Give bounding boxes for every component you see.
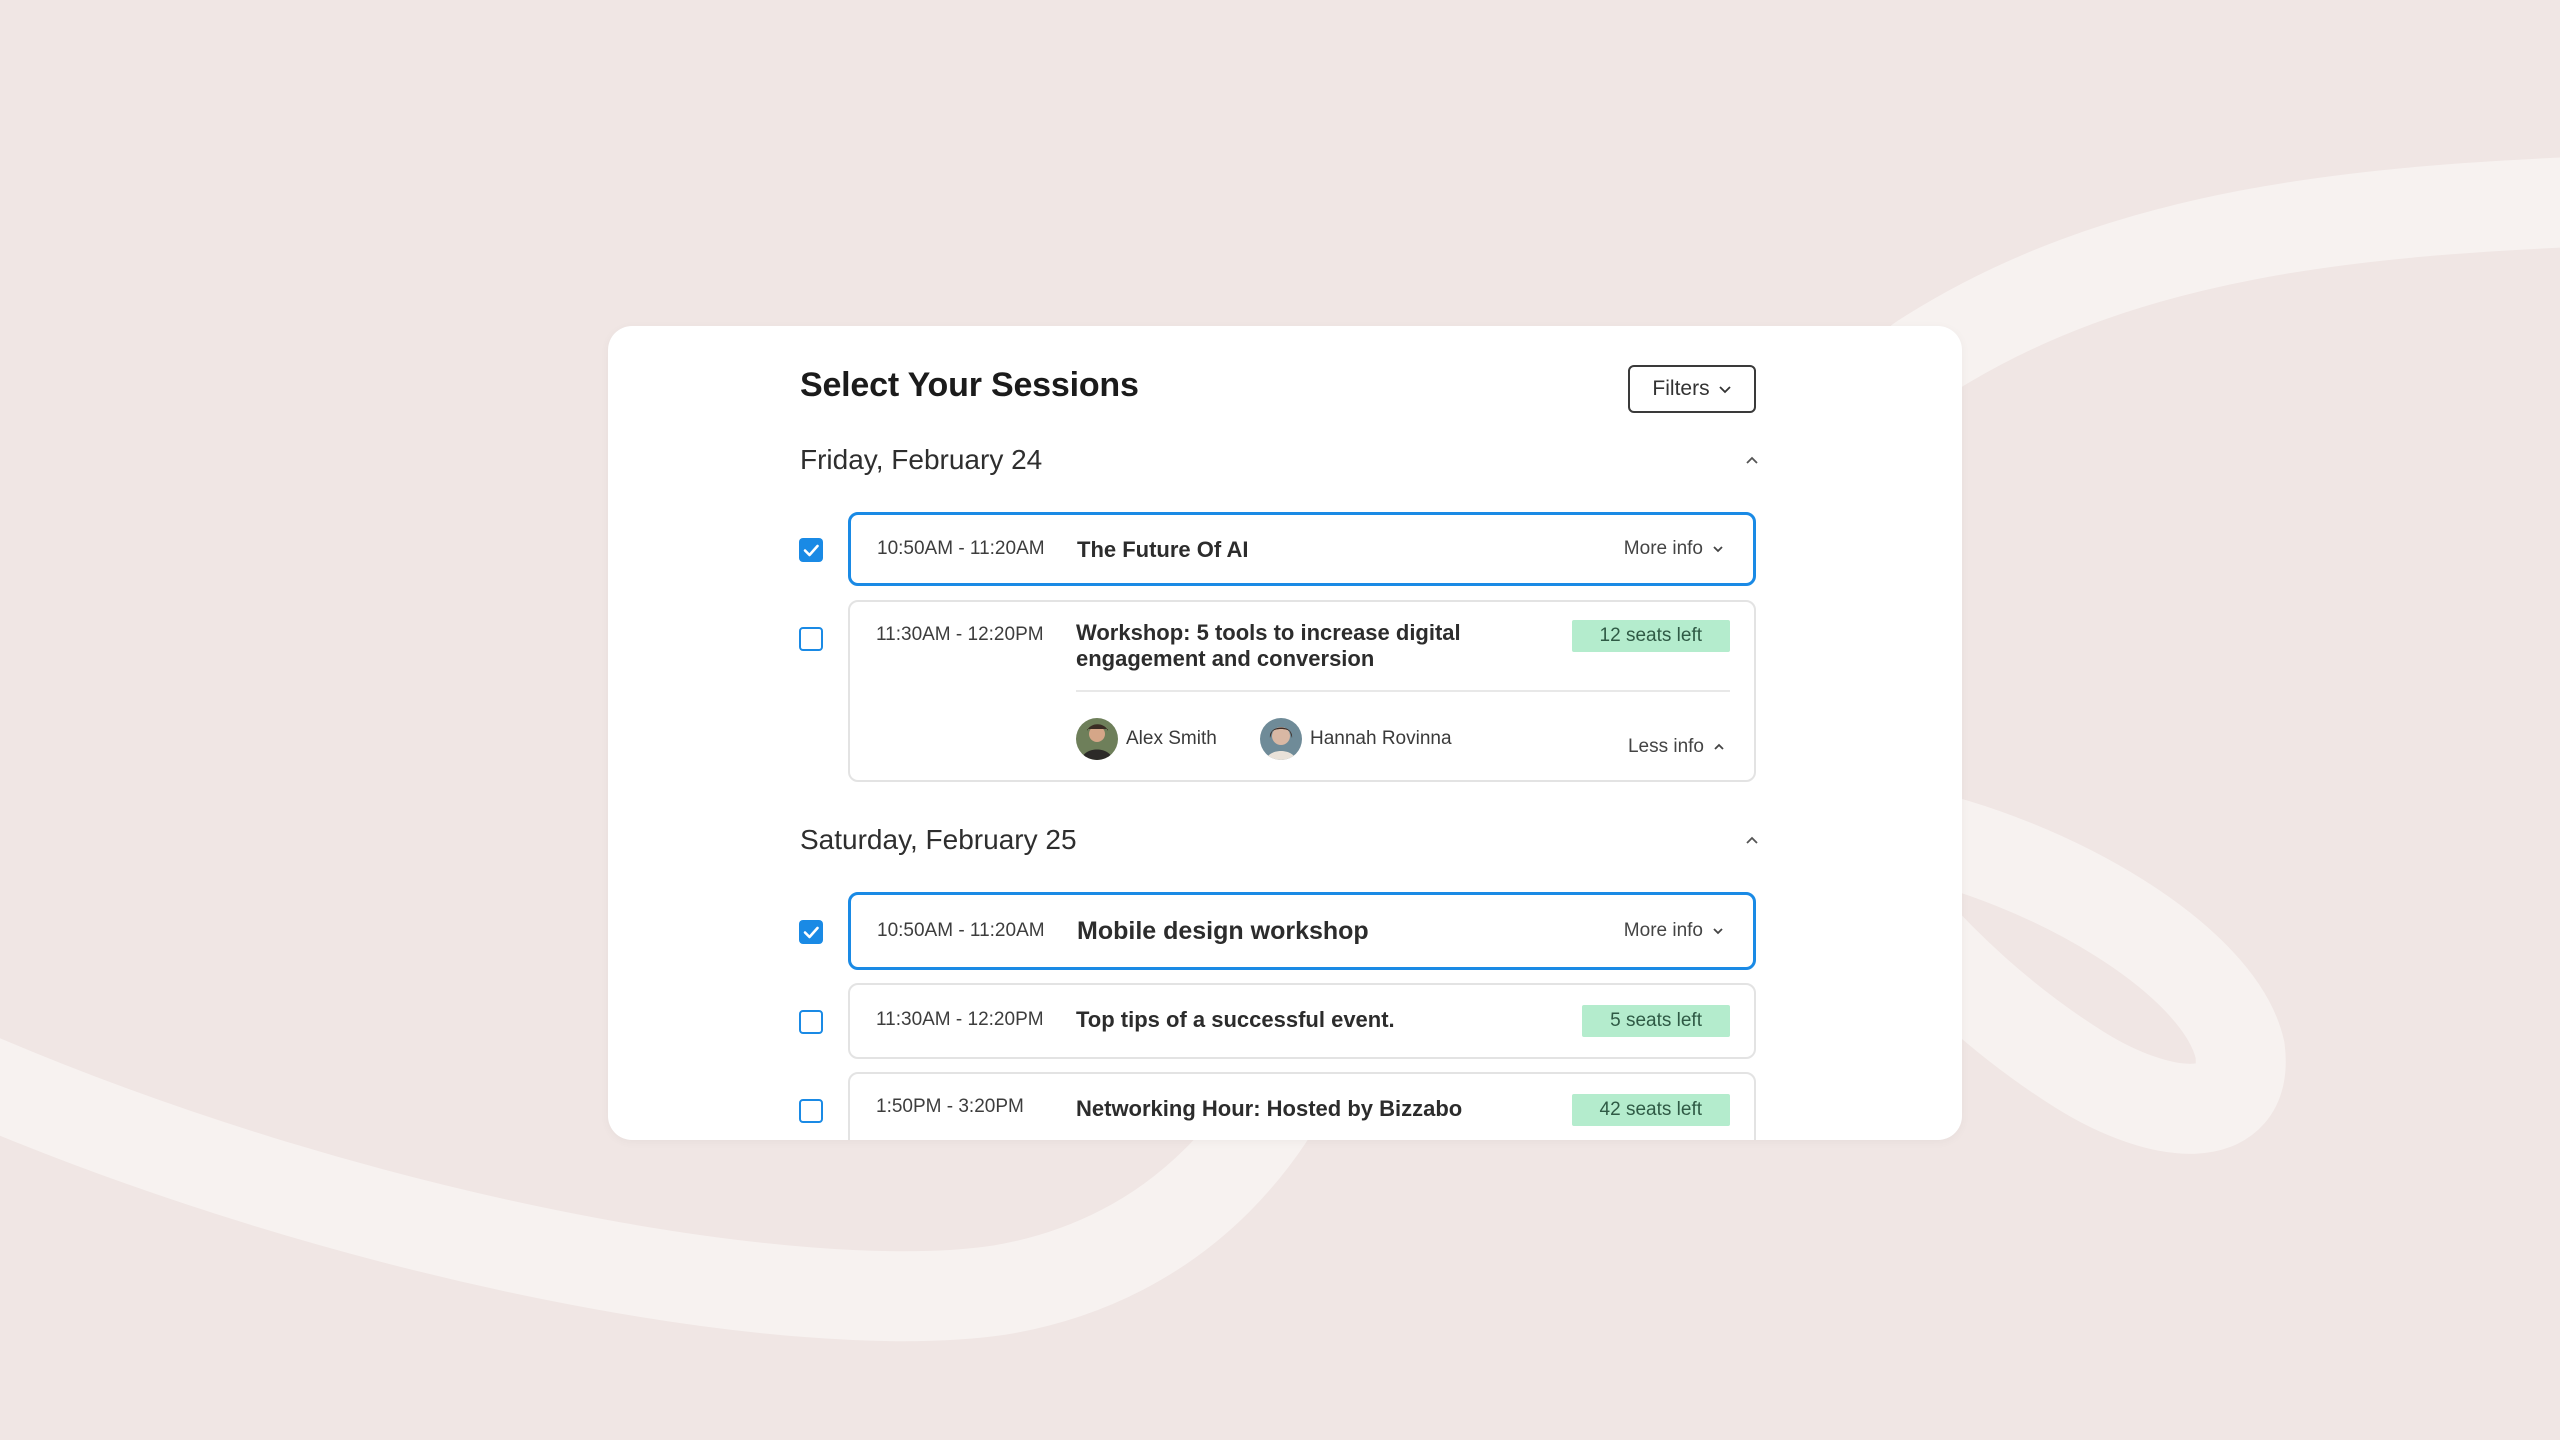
speaker-name: Hannah Rovinna	[1310, 728, 1452, 749]
session-time: 11:30AM - 12:20PM	[876, 1009, 1044, 1030]
day-heading-saturday: Saturday, February 25	[800, 824, 1077, 855]
session-time: 1:50PM - 3:20PM	[876, 1096, 1024, 1117]
session-selection-card: Select Your Sessions Filters Friday, Feb…	[608, 326, 1962, 1140]
avatar	[1076, 718, 1118, 760]
session-checkbox-unchecked[interactable]	[799, 627, 823, 651]
chevron-up-icon[interactable]	[1742, 450, 1762, 470]
speaker-hannah-rovinna[interactable]: Hannah Rovinna	[1260, 718, 1452, 760]
session-title: Top tips of a successful event.	[1076, 1007, 1395, 1032]
seats-left-badge: 5 seats left	[1582, 1005, 1730, 1037]
checkmark-icon	[803, 926, 819, 939]
filters-button[interactable]: Filters	[1628, 365, 1756, 413]
filters-label: Filters	[1652, 377, 1710, 400]
less-info-label: Less info	[1627, 736, 1704, 757]
less-info-link[interactable]: Less info	[1628, 736, 1726, 758]
session-card[interactable]: 11:30AM - 12:20PM Top tips of a successf…	[848, 983, 1756, 1059]
more-info-label: More info	[1623, 538, 1703, 559]
chevron-up-icon[interactable]	[1742, 830, 1762, 850]
session-card-expanded[interactable]: 11:30AM - 12:20PM Workshop: 5 tools to i…	[848, 600, 1756, 782]
checkmark-icon	[803, 544, 819, 557]
day-heading-friday: Friday, February 24	[800, 444, 1043, 475]
page-title: Select Your Sessions	[800, 366, 1139, 404]
chevron-down-icon	[1713, 928, 1723, 935]
chevron-up-icon	[1714, 743, 1724, 750]
session-title: The Future Of AI	[1077, 537, 1249, 562]
divider	[1076, 690, 1730, 692]
chevron-down-icon	[1718, 386, 1731, 394]
speaker-alex-smith[interactable]: Alex Smith	[1076, 718, 1217, 760]
session-title: Networking Hour: Hosted by Bizzabo	[1076, 1096, 1463, 1121]
more-info-label: More info	[1623, 920, 1703, 941]
session-title: Workshop: 5 tools to increase digital en…	[1076, 620, 1461, 671]
session-time: 10:50AM - 11:20AM	[877, 538, 1045, 559]
session-checkbox-unchecked[interactable]	[799, 1099, 823, 1123]
speaker-name: Alex Smith	[1126, 728, 1217, 749]
session-card[interactable]: 10:50AM - 11:20AM The Future Of AI More …	[848, 512, 1756, 586]
session-time: 11:30AM - 12:20PM	[876, 624, 1044, 645]
seats-left-badge: 12 seats left	[1571, 620, 1730, 652]
session-time: 10:50AM - 11:20AM	[877, 920, 1045, 941]
session-title: Mobile design workshop	[1077, 917, 1369, 945]
session-card[interactable]: 10:50AM - 11:20AM Mobile design workshop…	[848, 892, 1756, 970]
chevron-down-icon	[1713, 546, 1723, 553]
more-info-link[interactable]: More info	[1624, 920, 1725, 942]
more-info-link[interactable]: More info	[1624, 538, 1725, 560]
session-checkbox-unchecked[interactable]	[799, 1010, 823, 1034]
avatar	[1260, 718, 1302, 760]
session-checkbox-checked[interactable]	[799, 538, 823, 562]
session-checkbox-checked[interactable]	[799, 920, 823, 944]
session-card[interactable]: 1:50PM - 3:20PM Networking Hour: Hosted …	[848, 1072, 1756, 1140]
seats-left-badge: 42 seats left	[1571, 1094, 1730, 1126]
